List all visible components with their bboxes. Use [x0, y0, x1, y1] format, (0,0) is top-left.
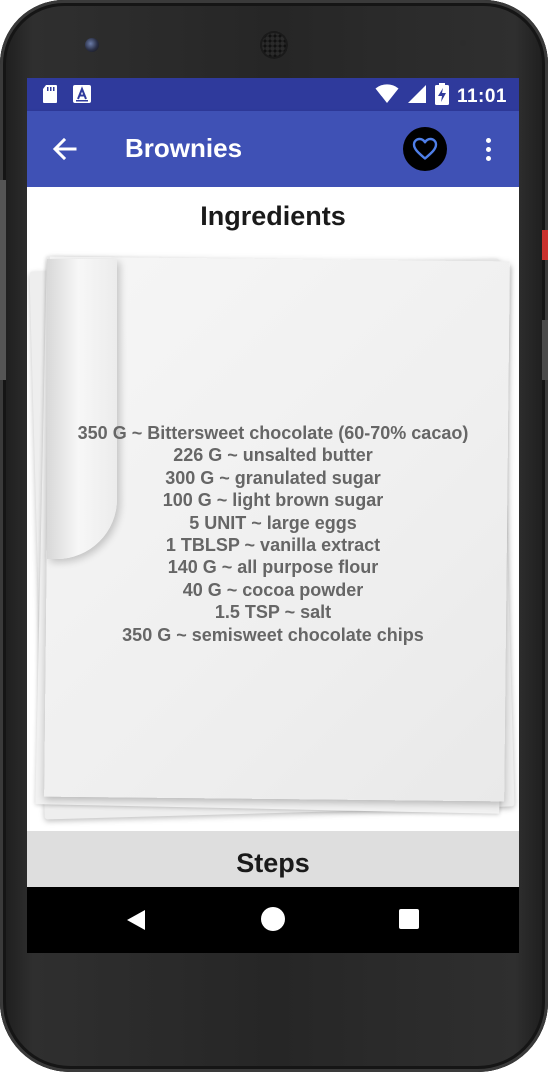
more-vert-icon — [485, 137, 491, 143]
nav-home-button[interactable] — [261, 907, 285, 931]
list-item: 40 G ~ cocoa powder — [182, 579, 364, 600]
list-item: 350 G ~ Bittersweet chocolate (60-70% ca… — [77, 423, 469, 443]
list-item: 1 TBLSP ~ vanilla extract — [165, 535, 381, 556]
device-side-edge — [0, 180, 6, 380]
more-options-button[interactable] — [477, 133, 499, 165]
app-bar: Brownies — [27, 111, 519, 187]
list-item: 300 G ~ granulated sugar — [165, 467, 381, 488]
steps-label: Steps — [236, 847, 310, 878]
ingredients-heading: Ingredients — [200, 201, 346, 231]
triangle-back-icon — [127, 910, 145, 930]
more-vert-icon-dot — [485, 155, 491, 161]
wifi-icon — [375, 84, 399, 109]
page-title: Brownies — [125, 133, 243, 163]
sd-card-icon — [41, 84, 59, 104]
favorite-button[interactable] — [403, 127, 447, 171]
signal-icon — [407, 84, 427, 109]
more-vert-icon-dot — [485, 146, 491, 152]
steps-button[interactable]: Steps — [27, 831, 519, 887]
device-side-edge-right — [542, 230, 548, 260]
status-bar: 11:01 — [27, 78, 519, 111]
nav-back-button[interactable] — [125, 909, 147, 931]
app-notification-icon — [73, 84, 91, 104]
earpiece-speaker — [260, 31, 288, 59]
device-side-edge-right-lower — [542, 320, 548, 380]
ingredient-list: 350 G ~ Bittersweet chocolate (60-70% ca… — [27, 422, 519, 646]
screen: 11:01 Brownies Ingredients 350 G ~ Bitte… — [27, 78, 519, 953]
list-item: 226 G ~ unsalted butter — [173, 445, 373, 466]
list-item: 1.5 TSP ~ salt — [214, 602, 332, 623]
list-item: 100 G ~ light brown sugar — [162, 490, 384, 511]
phone-frame: 11:01 Brownies Ingredients 350 G ~ Bitte… — [0, 0, 548, 1072]
list-item: 5 UNIT ~ large eggs — [189, 512, 357, 533]
list-item: 140 G ~ all purpose flour — [167, 557, 379, 578]
heart-outline-icon — [412, 137, 438, 160]
light-sensor — [460, 40, 466, 46]
recipe-content: Ingredients 350 G ~ Bittersweet chocolat… — [27, 187, 519, 831]
nav-recents-button[interactable] — [399, 909, 419, 929]
battery-charging-icon — [434, 83, 449, 110]
arrow-left-icon — [52, 137, 77, 161]
status-time: 11:01 — [456, 85, 507, 107]
list-item: 350 G ~ semisweet chocolate chips — [122, 624, 424, 645]
system-nav-bar — [27, 887, 519, 953]
front-camera — [85, 38, 99, 52]
proximity-sensor — [440, 40, 448, 48]
back-button[interactable] — [49, 133, 81, 165]
